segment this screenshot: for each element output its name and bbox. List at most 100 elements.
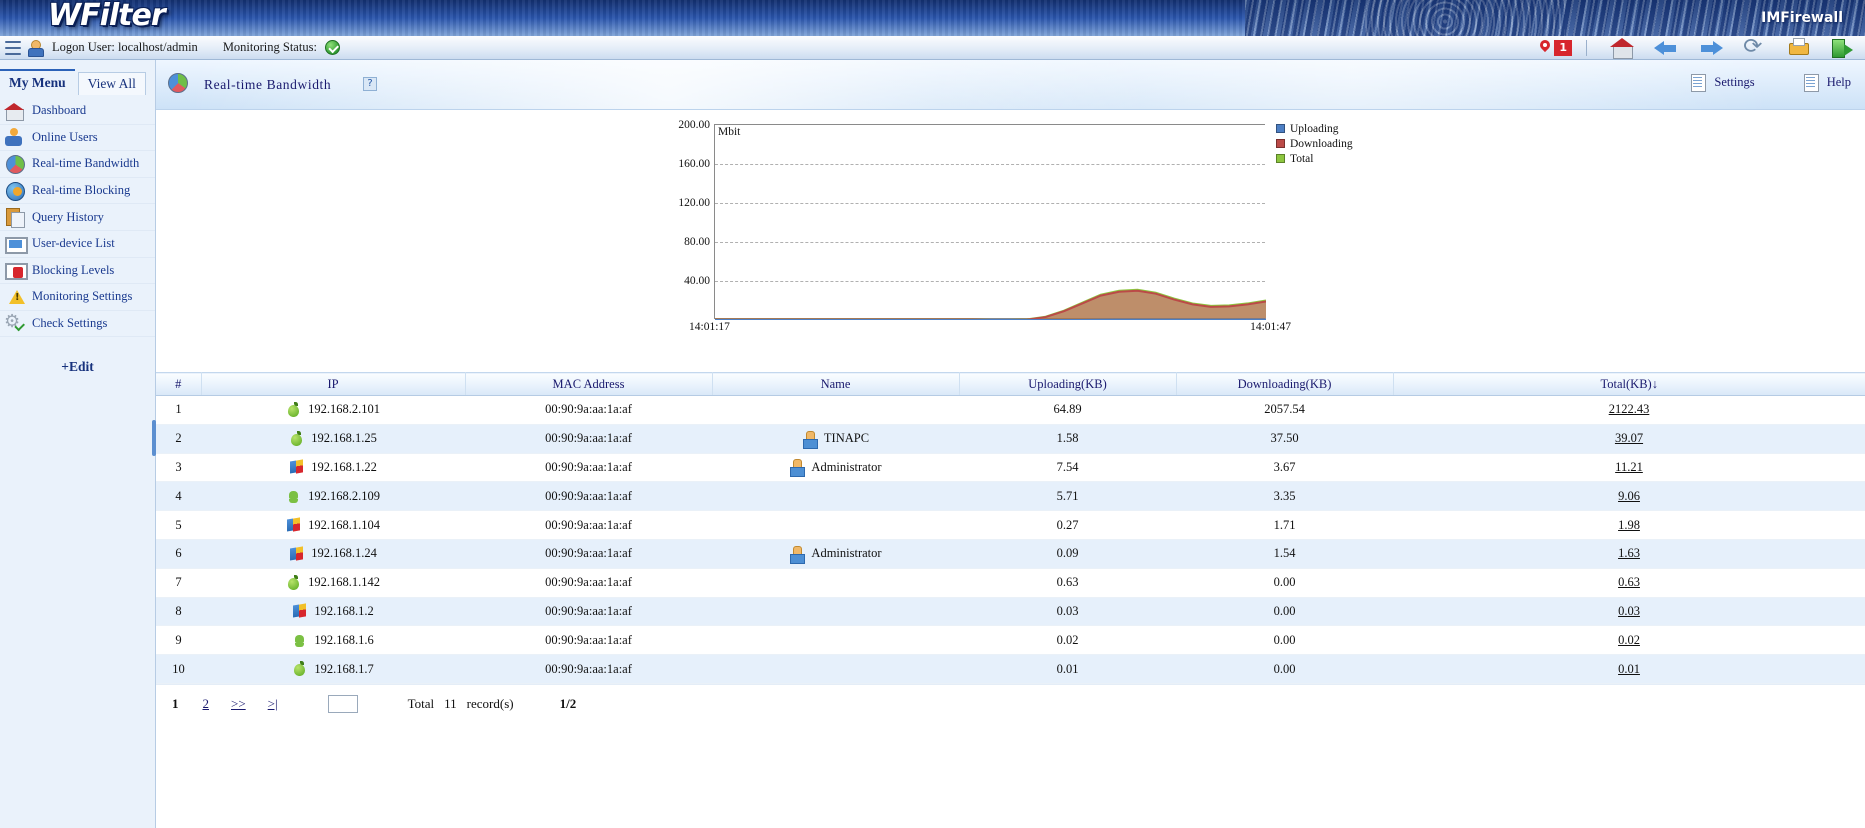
table-row[interactable]: 3 192.168.1.22 00:90:9a:aa:1a:af Administra… <box>156 453 1865 483</box>
cell-mac: 00:90:9a:aa:1a:af <box>465 568 712 598</box>
legend-item[interactable]: Total <box>1276 152 1353 165</box>
cell-uploading: 0.09 <box>959 539 1176 569</box>
globe-gear-icon <box>4 181 26 201</box>
edit-menu-link[interactable]: +Edit <box>0 359 155 375</box>
page-last-link[interactable]: >| <box>268 696 278 712</box>
page-jump-input[interactable] <box>327 695 358 714</box>
total-link[interactable]: 39.07 <box>1615 431 1643 445</box>
cell-total[interactable]: 0.02 <box>1393 625 1865 656</box>
legend-item[interactable]: Uploading <box>1276 122 1353 135</box>
bandwidth-table: # IP MAC Address Name Uploading(KB) Down… <box>156 372 1865 684</box>
table-row[interactable]: 6 192.168.1.24 00:90:9a:aa:1a:af Administra… <box>156 539 1865 569</box>
table-row[interactable]: 2 192.168.1.25 00:90:9a:aa:1a:af TINAPC 1.58… <box>156 424 1865 454</box>
main-layout: My Menu View All Dashboard Online Users … <box>0 60 1865 828</box>
page-next-link[interactable]: >> <box>231 696 246 712</box>
column-header-index[interactable]: # <box>156 372 202 396</box>
cell-total[interactable]: 2122.43 <box>1393 395 1865 425</box>
help-link[interactable]: Help <box>1827 75 1851 90</box>
windows-icon <box>289 459 304 475</box>
ip-address: 192.168.1.2 <box>314 603 374 618</box>
toolbar-divider <box>1586 39 1587 56</box>
sidebar-item-monitoring-settings[interactable]: Monitoring Settings <box>0 284 155 311</box>
table-row[interactable]: 10 192.168.1.7 00:90:9a:aa:1a:af 0.01 0.00 0.… <box>156 654 1865 684</box>
cell-downloading: 0.00 <box>1176 654 1393 684</box>
legend-swatch-icon <box>1276 124 1285 133</box>
sidebar-item-blocking-levels[interactable]: Blocking Levels <box>0 258 155 285</box>
sidebar-item-user-device-list[interactable]: User-device List <box>0 231 155 258</box>
legend-item[interactable]: Downloading <box>1276 137 1353 150</box>
total-link[interactable]: 2122.43 <box>1609 402 1650 416</box>
tab-view-all[interactable]: View All <box>77 72 146 95</box>
cell-total[interactable]: 0.63 <box>1393 568 1865 598</box>
print-icon[interactable] <box>1786 37 1812 59</box>
user-name: TINAPC <box>823 431 870 446</box>
cell-uploading: 1.58 <box>959 424 1176 454</box>
cell-total[interactable]: 9.06 <box>1393 481 1865 512</box>
cell-mac: 00:90:9a:aa:1a:af <box>465 424 712 454</box>
table-row[interactable]: 7 192.168.1.142 00:90:9a:aa:1a:af 0.63 0.00 0… <box>156 568 1865 598</box>
column-header-total[interactable]: Total(KB)↓ <box>1393 372 1865 396</box>
cell-ip: 192.168.1.2 <box>201 597 465 627</box>
home-icon[interactable] <box>1610 37 1636 59</box>
column-header-uploading[interactable]: Uploading(KB) <box>959 372 1177 396</box>
column-header-name[interactable]: Name <box>712 372 960 396</box>
cell-uploading: 0.01 <box>959 654 1176 684</box>
table-row[interactable]: 5 192.168.1.104 00:90:9a:aa:1a:af 0.27 1.71 1… <box>156 510 1865 540</box>
sidebar-item-online-users[interactable]: Online Users <box>0 125 155 152</box>
cell-total[interactable]: 0.01 <box>1393 654 1865 684</box>
table-row[interactable]: 4 192.168.2.109 00:90:9a:aa:1a:af 5.71 3.35 9… <box>156 481 1865 512</box>
cell-downloading: 0.00 <box>1176 625 1393 656</box>
cell-uploading: 7.54 <box>959 453 1176 483</box>
sidebar-item-check-settings[interactable]: Check Settings <box>0 311 155 338</box>
sidebar-item-label: Query History <box>32 209 104 224</box>
cell-total[interactable]: 1.98 <box>1393 510 1865 540</box>
tab-my-menu[interactable]: My Menu <box>0 69 75 95</box>
legend-swatch-icon <box>1276 154 1285 163</box>
forward-arrow-icon[interactable] <box>1698 37 1724 59</box>
table-row[interactable]: 1 192.168.2.101 00:90:9a:aa:1a:af 64.89 2057… <box>156 395 1865 425</box>
sidebar-item-query-history[interactable]: Query History <box>0 204 155 231</box>
windows-icon <box>289 546 304 562</box>
settings-link[interactable]: Settings <box>1714 75 1754 90</box>
chart-y-tick-label: 160.00 <box>678 158 710 170</box>
sidebar: My Menu View All Dashboard Online Users … <box>0 60 156 828</box>
total-link[interactable]: 9.06 <box>1618 489 1640 503</box>
header-background <box>156 60 1865 109</box>
total-link[interactable]: 0.02 <box>1618 633 1640 647</box>
total-link[interactable]: 11.21 <box>1615 460 1643 474</box>
total-link[interactable]: 0.63 <box>1618 575 1640 589</box>
header-links: Settings Help <box>1690 74 1851 92</box>
sidebar-item-real-time-bandwidth[interactable]: Real-time Bandwidth <box>0 151 155 178</box>
table-row[interactable]: 9 192.168.1.6 00:90:9a:aa:1a:af 0.02 0.00 0.0… <box>156 625 1865 656</box>
total-link[interactable]: 0.01 <box>1618 662 1640 676</box>
cell-total[interactable]: 0.03 <box>1393 597 1865 627</box>
sidebar-item-real-time-blocking[interactable]: Real-time Blocking <box>0 178 155 205</box>
column-header-ip[interactable]: IP <box>201 372 466 396</box>
table-row[interactable]: 8 192.168.1.2 00:90:9a:aa:1a:af 0.03 0.00 0.0… <box>156 597 1865 627</box>
page-2-link[interactable]: 2 <box>203 696 210 712</box>
total-link[interactable]: 0.03 <box>1618 604 1640 618</box>
alert-count-badge[interactable]: 1 <box>1554 39 1572 56</box>
help-badge-icon[interactable]: ? <box>363 77 377 91</box>
cell-total[interactable]: 39.07 <box>1393 424 1865 454</box>
menu-toggle-icon[interactable] <box>5 40 21 55</box>
cell-uploading: 64.89 <box>959 395 1176 425</box>
total-label: Total <box>407 696 435 712</box>
pin-icon[interactable] <box>1538 39 1552 57</box>
exit-icon[interactable] <box>1830 37 1856 59</box>
total-link[interactable]: 1.63 <box>1618 546 1640 560</box>
page-current[interactable]: 1 <box>172 696 179 712</box>
cell-total[interactable]: 11.21 <box>1393 453 1865 483</box>
column-header-mac[interactable]: MAC Address <box>465 372 713 396</box>
cell-index: 3 <box>156 453 201 483</box>
cell-total[interactable]: 1.63 <box>1393 539 1865 569</box>
windows-icon <box>292 603 307 619</box>
back-arrow-icon[interactable] <box>1654 37 1680 59</box>
sidebar-item-dashboard[interactable]: Dashboard <box>0 98 155 125</box>
total-link[interactable]: 1.98 <box>1618 518 1640 532</box>
column-header-downloading[interactable]: Downloading(KB) <box>1176 372 1394 396</box>
cell-mac: 00:90:9a:aa:1a:af <box>465 539 712 569</box>
cell-mac: 00:90:9a:aa:1a:af <box>465 395 712 425</box>
cell-ip: 192.168.1.24 <box>201 539 465 569</box>
refresh-icon[interactable] <box>1742 37 1768 59</box>
